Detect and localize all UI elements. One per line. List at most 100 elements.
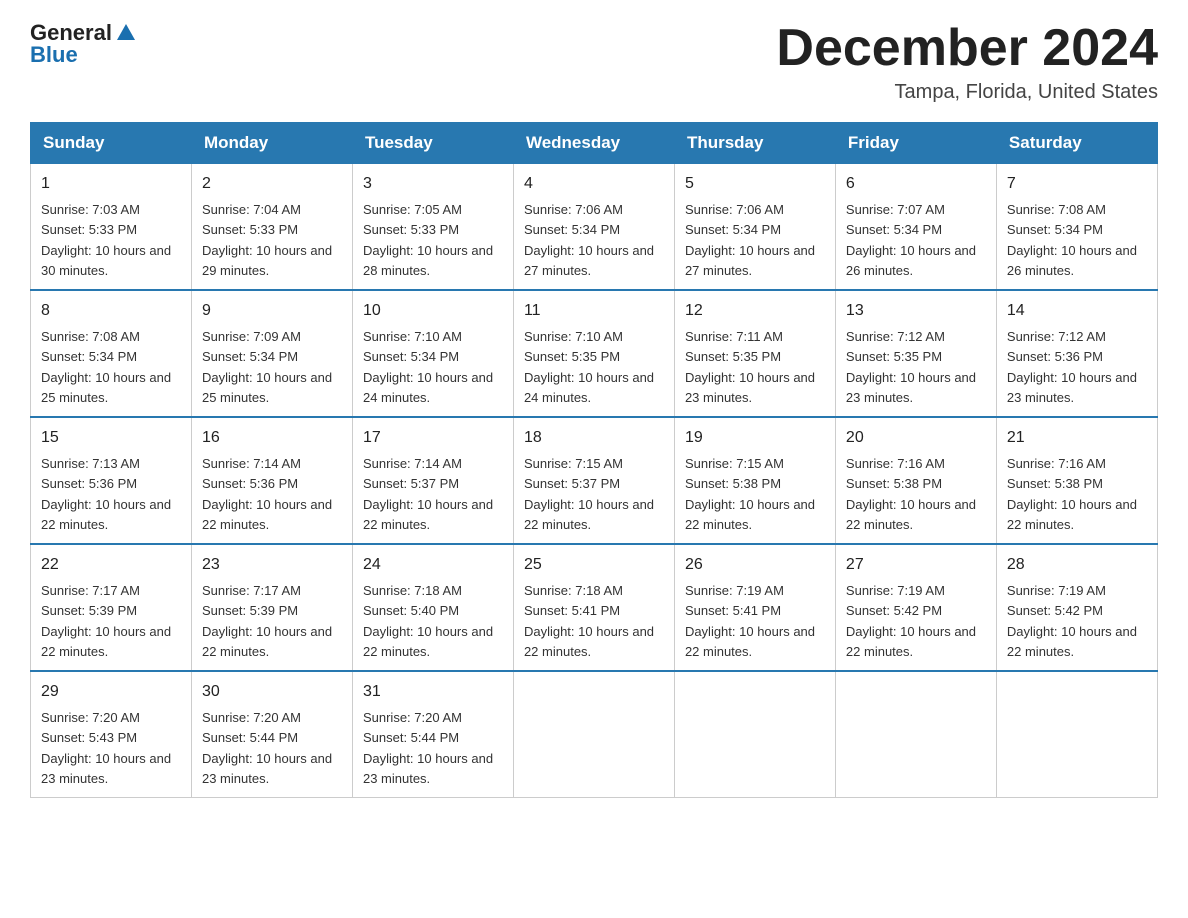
calendar-day-cell: 10 Sunrise: 7:10 AMSunset: 5:34 PMDaylig… [352, 290, 513, 417]
calendar-day-cell: 16 Sunrise: 7:14 AMSunset: 5:36 PMDaylig… [191, 417, 352, 544]
day-info: Sunrise: 7:13 AMSunset: 5:36 PMDaylight:… [41, 456, 171, 532]
calendar-day-cell: 21 Sunrise: 7:16 AMSunset: 5:38 PMDaylig… [996, 417, 1157, 544]
calendar-day-cell: 11 Sunrise: 7:10 AMSunset: 5:35 PMDaylig… [513, 290, 674, 417]
day-number: 10 [363, 299, 503, 323]
day-info: Sunrise: 7:06 AMSunset: 5:34 PMDaylight:… [685, 202, 815, 278]
calendar-day-cell: 28 Sunrise: 7:19 AMSunset: 5:42 PMDaylig… [996, 544, 1157, 671]
day-number: 19 [685, 426, 825, 450]
day-number: 13 [846, 299, 986, 323]
location-title: Tampa, Florida, United States [776, 81, 1158, 104]
calendar-day-cell: 13 Sunrise: 7:12 AMSunset: 5:35 PMDaylig… [835, 290, 996, 417]
day-info: Sunrise: 7:15 AMSunset: 5:37 PMDaylight:… [524, 456, 654, 532]
day-number: 12 [685, 299, 825, 323]
calendar-week-row: 29 Sunrise: 7:20 AMSunset: 5:43 PMDaylig… [31, 671, 1158, 798]
calendar-day-cell: 18 Sunrise: 7:15 AMSunset: 5:37 PMDaylig… [513, 417, 674, 544]
calendar-day-cell: 25 Sunrise: 7:18 AMSunset: 5:41 PMDaylig… [513, 544, 674, 671]
calendar-day-cell: 9 Sunrise: 7:09 AMSunset: 5:34 PMDayligh… [191, 290, 352, 417]
day-of-week-header: Tuesday [352, 123, 513, 164]
day-info: Sunrise: 7:10 AMSunset: 5:35 PMDaylight:… [524, 329, 654, 405]
calendar-day-cell [835, 671, 996, 798]
day-info: Sunrise: 7:03 AMSunset: 5:33 PMDaylight:… [41, 202, 171, 278]
calendar-week-row: 8 Sunrise: 7:08 AMSunset: 5:34 PMDayligh… [31, 290, 1158, 417]
day-info: Sunrise: 7:06 AMSunset: 5:34 PMDaylight:… [524, 202, 654, 278]
day-info: Sunrise: 7:16 AMSunset: 5:38 PMDaylight:… [1007, 456, 1137, 532]
day-number: 24 [363, 553, 503, 577]
day-number: 14 [1007, 299, 1147, 323]
calendar-day-cell: 3 Sunrise: 7:05 AMSunset: 5:33 PMDayligh… [352, 164, 513, 291]
logo-triangle-icon [115, 22, 137, 44]
title-block: December 2024 Tampa, Florida, United Sta… [776, 20, 1158, 104]
calendar-header-row: SundayMondayTuesdayWednesdayThursdayFrid… [31, 123, 1158, 164]
logo: General Blue [30, 20, 137, 68]
calendar-day-cell: 17 Sunrise: 7:14 AMSunset: 5:37 PMDaylig… [352, 417, 513, 544]
day-number: 8 [41, 299, 181, 323]
day-of-week-header: Friday [835, 123, 996, 164]
calendar-week-row: 1 Sunrise: 7:03 AMSunset: 5:33 PMDayligh… [31, 164, 1158, 291]
day-number: 3 [363, 172, 503, 196]
calendar-day-cell: 1 Sunrise: 7:03 AMSunset: 5:33 PMDayligh… [31, 164, 192, 291]
calendar-day-cell: 8 Sunrise: 7:08 AMSunset: 5:34 PMDayligh… [31, 290, 192, 417]
calendar-day-cell: 24 Sunrise: 7:18 AMSunset: 5:40 PMDaylig… [352, 544, 513, 671]
day-number: 5 [685, 172, 825, 196]
day-info: Sunrise: 7:11 AMSunset: 5:35 PMDaylight:… [685, 329, 815, 405]
calendar-day-cell: 23 Sunrise: 7:17 AMSunset: 5:39 PMDaylig… [191, 544, 352, 671]
calendar-day-cell: 20 Sunrise: 7:16 AMSunset: 5:38 PMDaylig… [835, 417, 996, 544]
day-number: 30 [202, 680, 342, 704]
day-number: 21 [1007, 426, 1147, 450]
calendar-day-cell: 2 Sunrise: 7:04 AMSunset: 5:33 PMDayligh… [191, 164, 352, 291]
calendar-day-cell: 12 Sunrise: 7:11 AMSunset: 5:35 PMDaylig… [674, 290, 835, 417]
calendar-day-cell [674, 671, 835, 798]
day-of-week-header: Wednesday [513, 123, 674, 164]
day-info: Sunrise: 7:07 AMSunset: 5:34 PMDaylight:… [846, 202, 976, 278]
day-info: Sunrise: 7:17 AMSunset: 5:39 PMDaylight:… [41, 583, 171, 659]
day-info: Sunrise: 7:08 AMSunset: 5:34 PMDaylight:… [41, 329, 171, 405]
day-number: 31 [363, 680, 503, 704]
day-info: Sunrise: 7:18 AMSunset: 5:40 PMDaylight:… [363, 583, 493, 659]
day-number: 6 [846, 172, 986, 196]
calendar-day-cell: 22 Sunrise: 7:17 AMSunset: 5:39 PMDaylig… [31, 544, 192, 671]
day-info: Sunrise: 7:20 AMSunset: 5:43 PMDaylight:… [41, 710, 171, 786]
day-info: Sunrise: 7:19 AMSunset: 5:42 PMDaylight:… [1007, 583, 1137, 659]
day-number: 28 [1007, 553, 1147, 577]
day-number: 20 [846, 426, 986, 450]
day-info: Sunrise: 7:09 AMSunset: 5:34 PMDaylight:… [202, 329, 332, 405]
day-info: Sunrise: 7:12 AMSunset: 5:35 PMDaylight:… [846, 329, 976, 405]
day-info: Sunrise: 7:18 AMSunset: 5:41 PMDaylight:… [524, 583, 654, 659]
calendar-day-cell: 27 Sunrise: 7:19 AMSunset: 5:42 PMDaylig… [835, 544, 996, 671]
calendar-table: SundayMondayTuesdayWednesdayThursdayFrid… [30, 122, 1158, 798]
calendar-day-cell: 29 Sunrise: 7:20 AMSunset: 5:43 PMDaylig… [31, 671, 192, 798]
day-info: Sunrise: 7:10 AMSunset: 5:34 PMDaylight:… [363, 329, 493, 405]
calendar-day-cell: 19 Sunrise: 7:15 AMSunset: 5:38 PMDaylig… [674, 417, 835, 544]
day-info: Sunrise: 7:19 AMSunset: 5:42 PMDaylight:… [846, 583, 976, 659]
calendar-day-cell: 4 Sunrise: 7:06 AMSunset: 5:34 PMDayligh… [513, 164, 674, 291]
day-number: 7 [1007, 172, 1147, 196]
day-info: Sunrise: 7:08 AMSunset: 5:34 PMDaylight:… [1007, 202, 1137, 278]
day-of-week-header: Sunday [31, 123, 192, 164]
calendar-day-cell: 26 Sunrise: 7:19 AMSunset: 5:41 PMDaylig… [674, 544, 835, 671]
day-of-week-header: Saturday [996, 123, 1157, 164]
day-number: 18 [524, 426, 664, 450]
day-info: Sunrise: 7:04 AMSunset: 5:33 PMDaylight:… [202, 202, 332, 278]
calendar-day-cell: 6 Sunrise: 7:07 AMSunset: 5:34 PMDayligh… [835, 164, 996, 291]
calendar-day-cell: 14 Sunrise: 7:12 AMSunset: 5:36 PMDaylig… [996, 290, 1157, 417]
calendar-day-cell: 5 Sunrise: 7:06 AMSunset: 5:34 PMDayligh… [674, 164, 835, 291]
day-number: 29 [41, 680, 181, 704]
day-number: 27 [846, 553, 986, 577]
page-header: General Blue December 2024 Tampa, Florid… [30, 20, 1158, 104]
day-number: 15 [41, 426, 181, 450]
day-number: 11 [524, 299, 664, 323]
calendar-day-cell: 15 Sunrise: 7:13 AMSunset: 5:36 PMDaylig… [31, 417, 192, 544]
calendar-day-cell: 7 Sunrise: 7:08 AMSunset: 5:34 PMDayligh… [996, 164, 1157, 291]
day-info: Sunrise: 7:19 AMSunset: 5:41 PMDaylight:… [685, 583, 815, 659]
calendar-week-row: 15 Sunrise: 7:13 AMSunset: 5:36 PMDaylig… [31, 417, 1158, 544]
day-info: Sunrise: 7:20 AMSunset: 5:44 PMDaylight:… [363, 710, 493, 786]
day-number: 2 [202, 172, 342, 196]
day-of-week-header: Thursday [674, 123, 835, 164]
day-number: 23 [202, 553, 342, 577]
day-number: 16 [202, 426, 342, 450]
day-info: Sunrise: 7:16 AMSunset: 5:38 PMDaylight:… [846, 456, 976, 532]
day-number: 25 [524, 553, 664, 577]
calendar-day-cell: 30 Sunrise: 7:20 AMSunset: 5:44 PMDaylig… [191, 671, 352, 798]
day-number: 17 [363, 426, 503, 450]
day-number: 1 [41, 172, 181, 196]
